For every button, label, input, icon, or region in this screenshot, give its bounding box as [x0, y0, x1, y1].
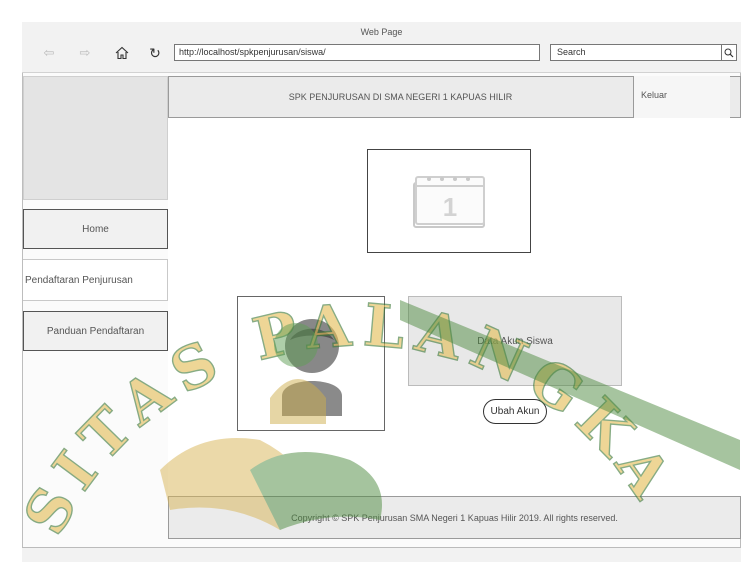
sidebar-item-label: Home [82, 223, 109, 235]
search-icon[interactable] [721, 44, 737, 61]
account-data-panel: Data Akun Siswa [408, 296, 622, 386]
sidebar-item-pendaftaran[interactable]: Pendaftaran Penjurusan [23, 259, 168, 301]
user-avatar-icon [282, 319, 342, 416]
copyright-text: Copyright © SPK Penjurusan SMA Negeri 1 … [291, 512, 618, 523]
page-title: SPK PENJURUSAN DI SMA NEGERI 1 KAPUAS HI… [288, 92, 513, 102]
logo-placeholder [23, 76, 168, 200]
sidebar-item-label: Panduan Pendaftaran [46, 325, 145, 337]
svg-text:1: 1 [443, 192, 457, 222]
edit-account-button[interactable]: Ubah Akun [483, 399, 547, 424]
reload-icon[interactable]: ↻ [146, 44, 164, 62]
status-bar [22, 547, 741, 562]
search-input[interactable]: Search [550, 44, 722, 61]
sidebar-item-panduan[interactable]: Panduan Pendaftaran [23, 311, 168, 351]
profile-photo [237, 296, 385, 431]
forward-arrow-icon[interactable]: ⇨ [76, 44, 94, 62]
calendar-widget: 1 [367, 149, 531, 253]
footer: Copyright © SPK Penjurusan SMA Negeri 1 … [168, 496, 741, 539]
window-title: Web Page [360, 27, 403, 37]
logout-button[interactable]: Keluar [633, 76, 730, 118]
account-data-label: Data Akun Siswa [477, 335, 553, 347]
calendar-icon: 1 [413, 176, 485, 228]
home-icon[interactable] [113, 44, 131, 62]
sidebar-item-label: Pendaftaran Penjurusan [25, 274, 133, 286]
back-arrow-icon[interactable]: ⇦ [40, 44, 58, 62]
address-bar[interactable]: http://localhost/spkpenjurusan/siswa/ [174, 44, 540, 61]
sidebar-item-home[interactable]: Home [23, 209, 168, 249]
